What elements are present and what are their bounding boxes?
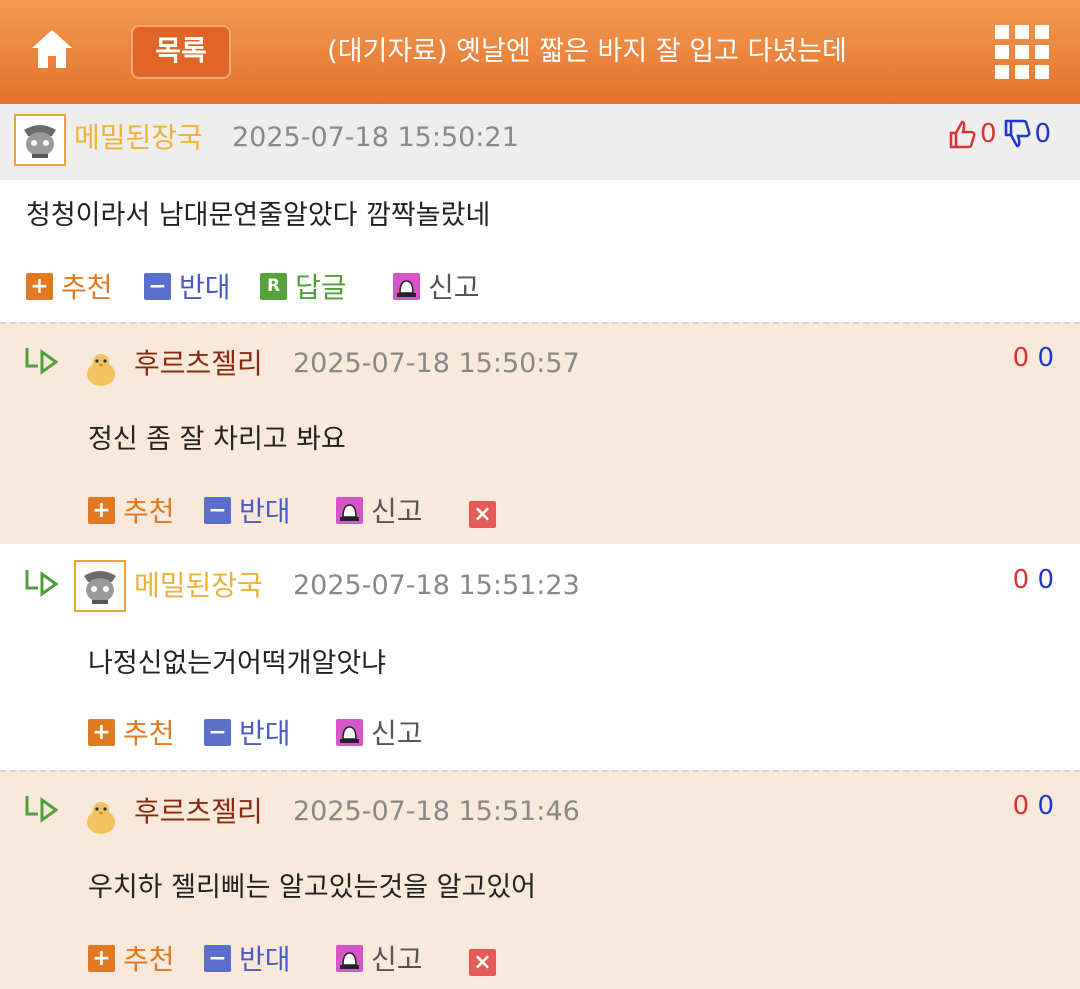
post-content: 청청이라서 남대문연줄알았다 깜짝놀랐네 [26, 200, 491, 231]
avatar [14, 114, 66, 166]
comment-text: 우치하 젤리삐는 알고있는것을 알고있어 [88, 872, 537, 903]
comment-up-count[interactable]: 0 [1013, 565, 1030, 595]
report-button[interactable]: 신고 [336, 492, 423, 528]
comment-down-count[interactable]: 0 [1037, 343, 1054, 373]
recommend-button[interactable]: + 추천 [26, 268, 113, 304]
delete-button[interactable]: × [469, 944, 504, 980]
recommend-button[interactable]: + 추천 [88, 940, 175, 976]
like-count: 0 [980, 119, 997, 149]
oppose-button[interactable]: − 반대 [144, 268, 231, 304]
delete-button[interactable]: × [469, 496, 504, 532]
author-nickname[interactable]: 메밀된장국 [74, 118, 203, 158]
plus-icon: + [88, 718, 115, 746]
reply-button[interactable]: R 답글 [260, 268, 347, 304]
comment-votes: 0 0 [1013, 562, 1054, 598]
comment-item: 후르츠젤리 2025-07-18 15:50:57 0 0 정신 좀 잘 차리고… [0, 322, 1080, 544]
recommend-button[interactable]: + 추천 [88, 492, 175, 528]
plus-icon: + [26, 272, 53, 300]
minus-icon: − [204, 496, 231, 524]
plus-icon: + [88, 496, 115, 524]
post-header: 메밀된장국 2025-07-18 15:50:21 0 0 [0, 104, 1080, 180]
thumbs-up-icon[interactable] [948, 119, 976, 149]
comment-up-count[interactable]: 0 [1013, 791, 1030, 821]
comment-up-count[interactable]: 0 [1013, 343, 1030, 373]
avatar [74, 560, 126, 612]
grid-menu-icon[interactable] [995, 25, 1049, 79]
thumbs-down-icon[interactable] [1003, 119, 1031, 149]
comment-down-count[interactable]: 0 [1037, 791, 1054, 821]
siren-icon [336, 496, 363, 524]
comment-nickname[interactable]: 후르츠젤리 [134, 792, 263, 832]
comment-datetime: 2025-07-18 15:50:57 [293, 348, 580, 379]
minus-icon: − [204, 944, 231, 972]
oppose-button[interactable]: − 반대 [204, 940, 291, 976]
bowl-avatar-icon [24, 125, 56, 158]
close-icon: × [469, 948, 496, 976]
post-votes: 0 0 [948, 118, 1051, 150]
oppose-button[interactable]: − 반대 [204, 714, 291, 750]
comment-votes: 0 0 [1013, 788, 1054, 824]
close-icon: × [469, 500, 496, 528]
siren-icon [393, 272, 420, 300]
home-icon[interactable] [28, 26, 76, 74]
comment-text: 나정신없는거어떡개알앗냐 [88, 648, 387, 679]
minus-icon: − [204, 718, 231, 746]
reply-arrow-icon [25, 796, 59, 823]
comment-nickname[interactable]: 메밀된장국 [134, 566, 263, 606]
report-button[interactable]: 신고 [336, 940, 423, 976]
comment-votes: 0 0 [1013, 340, 1054, 376]
comment-item: 후르츠젤리 2025-07-18 15:51:46 0 0 우치하 젤리삐는 알… [0, 770, 1080, 989]
dislike-count: 0 [1034, 119, 1052, 149]
top-bar: 목록 (대기자료) 옛날엔 짧은 바지 잘 입고 다녔는데 [0, 0, 1080, 104]
comment-datetime: 2025-07-18 15:51:23 [293, 570, 580, 601]
list-button[interactable]: 목록 [131, 25, 231, 79]
siren-icon [336, 944, 363, 972]
page-title: (대기자료) 옛날엔 짧은 바지 잘 입고 다녔는데 [327, 36, 847, 67]
chick-avatar-icon [87, 354, 115, 386]
report-button[interactable]: 신고 [393, 268, 480, 304]
oppose-button[interactable]: − 반대 [204, 492, 291, 528]
comment-down-count[interactable]: 0 [1037, 565, 1054, 595]
chick-avatar-icon [87, 802, 115, 834]
siren-icon [336, 718, 363, 746]
plus-icon: + [88, 944, 115, 972]
comment-text: 정신 좀 잘 차리고 봐요 [88, 424, 346, 455]
post-datetime: 2025-07-18 15:50:21 [232, 122, 519, 153]
reply-arrow-icon [25, 348, 59, 375]
comment-item: 메밀된장국 2025-07-18 15:51:23 0 0 나정신없는거어떡개알… [0, 546, 1080, 768]
report-button[interactable]: 신고 [336, 714, 423, 750]
comment-datetime: 2025-07-18 15:51:46 [293, 796, 580, 827]
reply-badge-icon: R [260, 272, 287, 300]
comment-nickname[interactable]: 후르츠젤리 [134, 344, 263, 384]
minus-icon: − [144, 272, 171, 300]
reply-arrow-icon [25, 570, 59, 597]
bowl-avatar-icon [84, 571, 116, 604]
recommend-button[interactable]: + 추천 [88, 714, 175, 750]
